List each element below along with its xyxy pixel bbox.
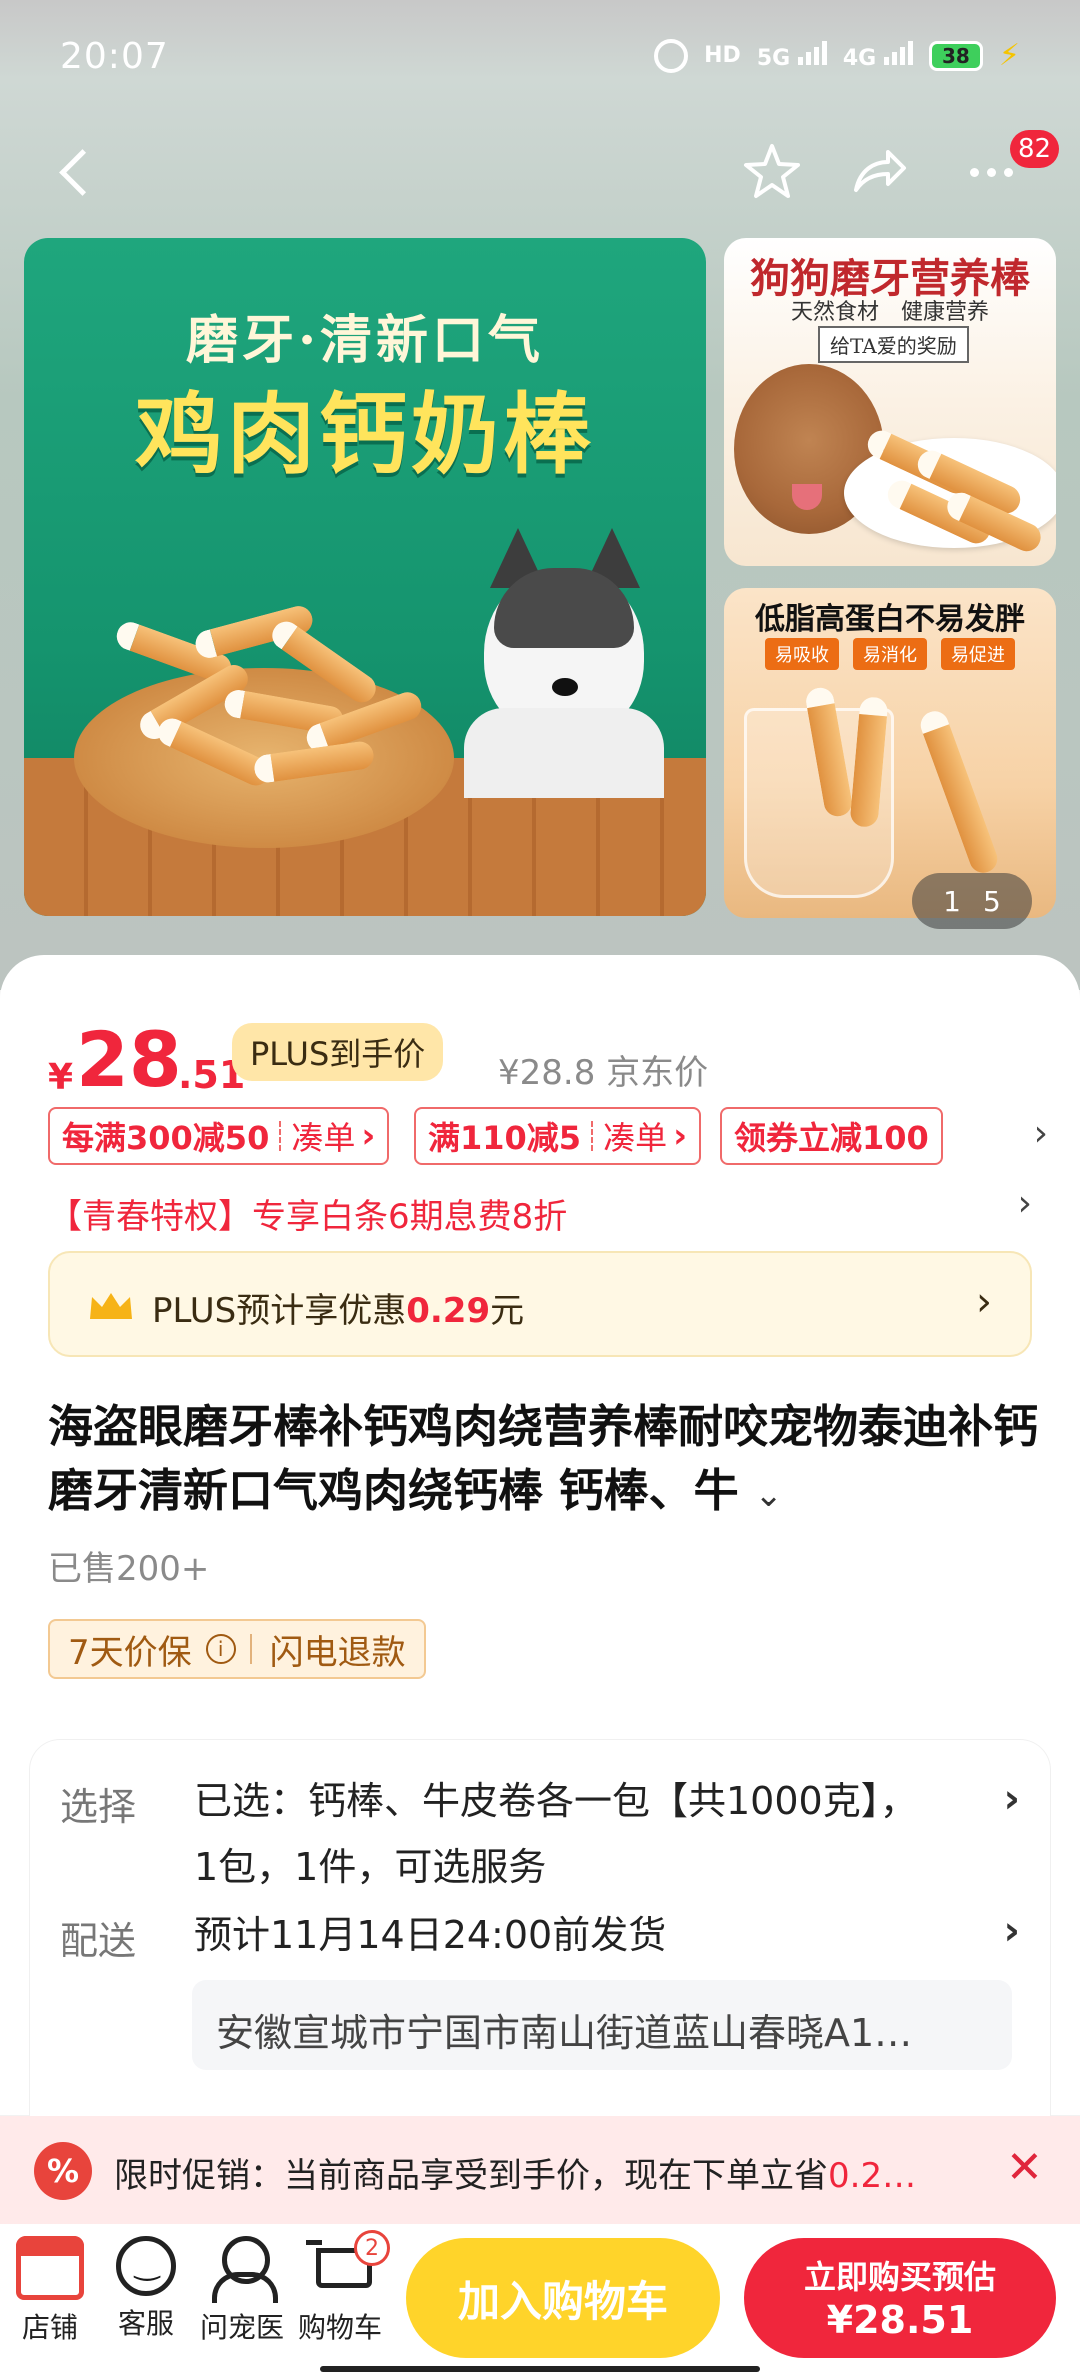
charging-icon: ⚡ [998, 38, 1020, 73]
customer-service-icon [116, 2236, 176, 2296]
coupon-110-5[interactable]: 满110减5 凑单 [414, 1107, 702, 1165]
vet-doctor-icon [208, 2236, 278, 2303]
coupon-add-items[interactable]: 凑单 [603, 1113, 687, 1159]
product-gallery[interactable]: 20:07 HD 5G 4G 38 ⚡ 82 磨牙·清新口气 鸡肉钙奶棒 狗狗磨… [0, 0, 1080, 990]
crown-icon [90, 1293, 132, 1319]
message-badge: 82 [1010, 130, 1060, 168]
close-icon[interactable]: ✕ [1006, 2142, 1043, 2193]
chevron-right-icon: › [976, 1279, 992, 1325]
thumbnail-2-title: 低脂高蛋白不易发胖 [755, 602, 1025, 637]
pet-vet-tab[interactable]: 问宠医 [192, 2236, 292, 2346]
price-protect-label: 7天价保 [68, 1632, 192, 1673]
hd-icon: HD [704, 43, 741, 68]
promo-text: 限时促销：当前商品享受到手价，现在下单立省0.2… [114, 2156, 917, 2196]
top-nav: 82 [0, 120, 1080, 230]
coupon-claim-100[interactable]: 领券立减100 [720, 1107, 943, 1165]
service-label: 客服 [117, 2307, 174, 2340]
coupon-label: 每满300减50 [62, 1119, 270, 1157]
delivery-address[interactable]: 安徽宣城市宁国市南山街道蓝山春晓A1… [192, 1980, 1012, 2070]
add-to-cart-button[interactable]: 加入购物车 [406, 2238, 720, 2358]
buy-now-price: ¥28.51 [826, 2298, 974, 2342]
husky-dog [464, 528, 664, 798]
vet-label: 问宠医 [199, 2311, 284, 2344]
buy-now-button[interactable]: 立即购买预估 ¥28.51 [744, 2238, 1056, 2358]
customer-service-tab[interactable]: 客服 [96, 2236, 196, 2342]
cart-label: 购物车 [297, 2311, 382, 2344]
coupon-row: 每满300减50 凑单 满110减5 凑单 领券立减100 › [48, 1107, 1048, 1167]
cart-tab[interactable]: 2 购物车 [290, 2230, 390, 2346]
thumbnail-1-tag: 给TA爱的奖励 [818, 326, 969, 363]
thumbnail-2[interactable]: 低脂高蛋白不易发胖 易吸收 易消化 易促进 [724, 588, 1056, 918]
price-currency: ¥ [48, 1057, 74, 1098]
status-icons: HD 5G 4G 38 ⚡ [654, 38, 1020, 73]
product-info-card: ¥ 28 .51 PLUS到手价 ¥28.8 京东价 每满300减50 凑单 满… [0, 955, 1080, 2160]
thumbnail-2-tags: 易吸收 易消化 易促进 [724, 638, 1056, 670]
sold-count: 已售200+ [48, 1549, 210, 1589]
home-indicator[interactable] [320, 2366, 760, 2372]
hero-title: 鸡肉钙奶棒 [134, 383, 595, 486]
coupon-label: 满110减5 [428, 1119, 582, 1157]
jd-price: ¥28.8 京东价 [498, 1053, 709, 1093]
thumbnail-tag: 易吸收 [765, 638, 839, 670]
buy-now-label: 立即购买预估 [803, 2258, 996, 2296]
cart-icon: 2 [306, 2230, 390, 2300]
hero-image[interactable]: 磨牙·清新口气 鸡肉钙奶棒 [24, 238, 706, 916]
hero-subtitle: 磨牙·清新口气 [185, 310, 545, 371]
thumbnail-1[interactable]: 狗狗磨牙营养棒 天然食材 健康营养 给TA爱的奖励 [724, 238, 1056, 566]
signal-4g-icon: 4G [843, 40, 913, 71]
alarm-icon [654, 38, 689, 73]
chevron-right-icon[interactable]: › [1034, 1113, 1048, 1154]
price-row: ¥ 28 .51 PLUS到手价 ¥28.8 京东价 [48, 1015, 1048, 1105]
pager-current: 1 [943, 884, 961, 918]
treat-stick [916, 707, 1002, 877]
coupon-label: 领券立减100 [734, 1119, 929, 1157]
chevron-right-icon[interactable]: › [1004, 1776, 1020, 1822]
status-bar: 20:07 HD 5G 4G 38 ⚡ [0, 0, 1080, 115]
coupon-300-50[interactable]: 每满300减50 凑单 [48, 1107, 390, 1165]
back-icon[interactable] [50, 142, 110, 202]
pager-total: 5 [983, 884, 1001, 918]
selected-spec[interactable]: 已选：钙棒、牛皮卷各一包【共1000克】，1包，1件，可选服务 [194, 1768, 934, 1900]
favorite-star-icon[interactable] [740, 140, 804, 204]
coupon-add-items[interactable]: 凑单 [291, 1113, 375, 1159]
share-icon[interactable] [846, 140, 910, 204]
plus-price-tag: PLUS到手价 [232, 1023, 444, 1081]
thumbnail-1-subtitle: 天然食材 健康营养 [790, 300, 989, 325]
shop-label: 店铺 [21, 2311, 78, 2344]
price-integer: 28 [76, 1015, 182, 1104]
info-icon[interactable]: i [205, 1634, 236, 1664]
gallery-pager: 1 5 [912, 873, 1032, 929]
thumbnail-tag: 易促进 [941, 638, 1015, 670]
promo-banner[interactable]: % 限时促销：当前商品享受到手价，现在下单立省0.2… ✕ [0, 2116, 1080, 2224]
status-time: 20:07 [60, 36, 169, 77]
select-label: 选择 [60, 1785, 137, 1829]
delivery-estimate[interactable]: 预计11月14日24:00前发货 [194, 1902, 934, 1968]
fast-refund-label: 闪电退款 [269, 1632, 406, 1673]
spec-card: 选择 已选：钙棒、牛皮卷各一包【共1000克】，1包，1件，可选服务 › 配送 … [30, 1740, 1050, 2160]
product-title-text: 海盗眼磨牙棒补钙鸡肉绕营养棒耐咬宠物泰迪补钙磨牙清新口气鸡肉绕钙棒 钙棒、牛 [48, 1400, 1039, 1517]
bottom-action-bar: 店铺 客服 问宠医 2 购物车 加入购物车 立即购买预估 ¥28.51 [0, 2224, 1080, 2376]
shop-icon [16, 2236, 84, 2300]
youth-privilege[interactable]: 【青春特权】专享白条6期息费8折 [48, 1189, 567, 1238]
discount-percent-icon: % [34, 2142, 92, 2200]
chevron-down-icon[interactable]: ⌄ [754, 1475, 783, 1515]
chevron-right-icon[interactable]: › [1004, 1908, 1020, 1954]
plus-discount-banner[interactable]: PLUS预计享优惠0.29元 › [48, 1251, 1032, 1357]
product-title[interactable]: 海盗眼磨牙棒补钙鸡肉绕营养棒耐咬宠物泰迪补钙磨牙清新口气鸡肉绕钙棒 钙棒、牛 ⌄ [48, 1395, 1038, 1527]
chevron-right-icon[interactable]: › [1018, 1183, 1032, 1224]
cart-count-badge: 2 [354, 2230, 390, 2266]
thumbnail-tag: 易消化 [853, 638, 927, 670]
battery-icon: 38 [928, 40, 983, 71]
plus-discount-text: PLUS预计享优惠0.29元 [152, 1291, 525, 1331]
signal-5g-icon: 5G [757, 40, 827, 71]
shop-tab[interactable]: 店铺 [0, 2236, 100, 2346]
guarantee-tags[interactable]: 7天价保 i 闪电退款 [48, 1619, 426, 1679]
delivery-label: 配送 [60, 1919, 137, 1963]
